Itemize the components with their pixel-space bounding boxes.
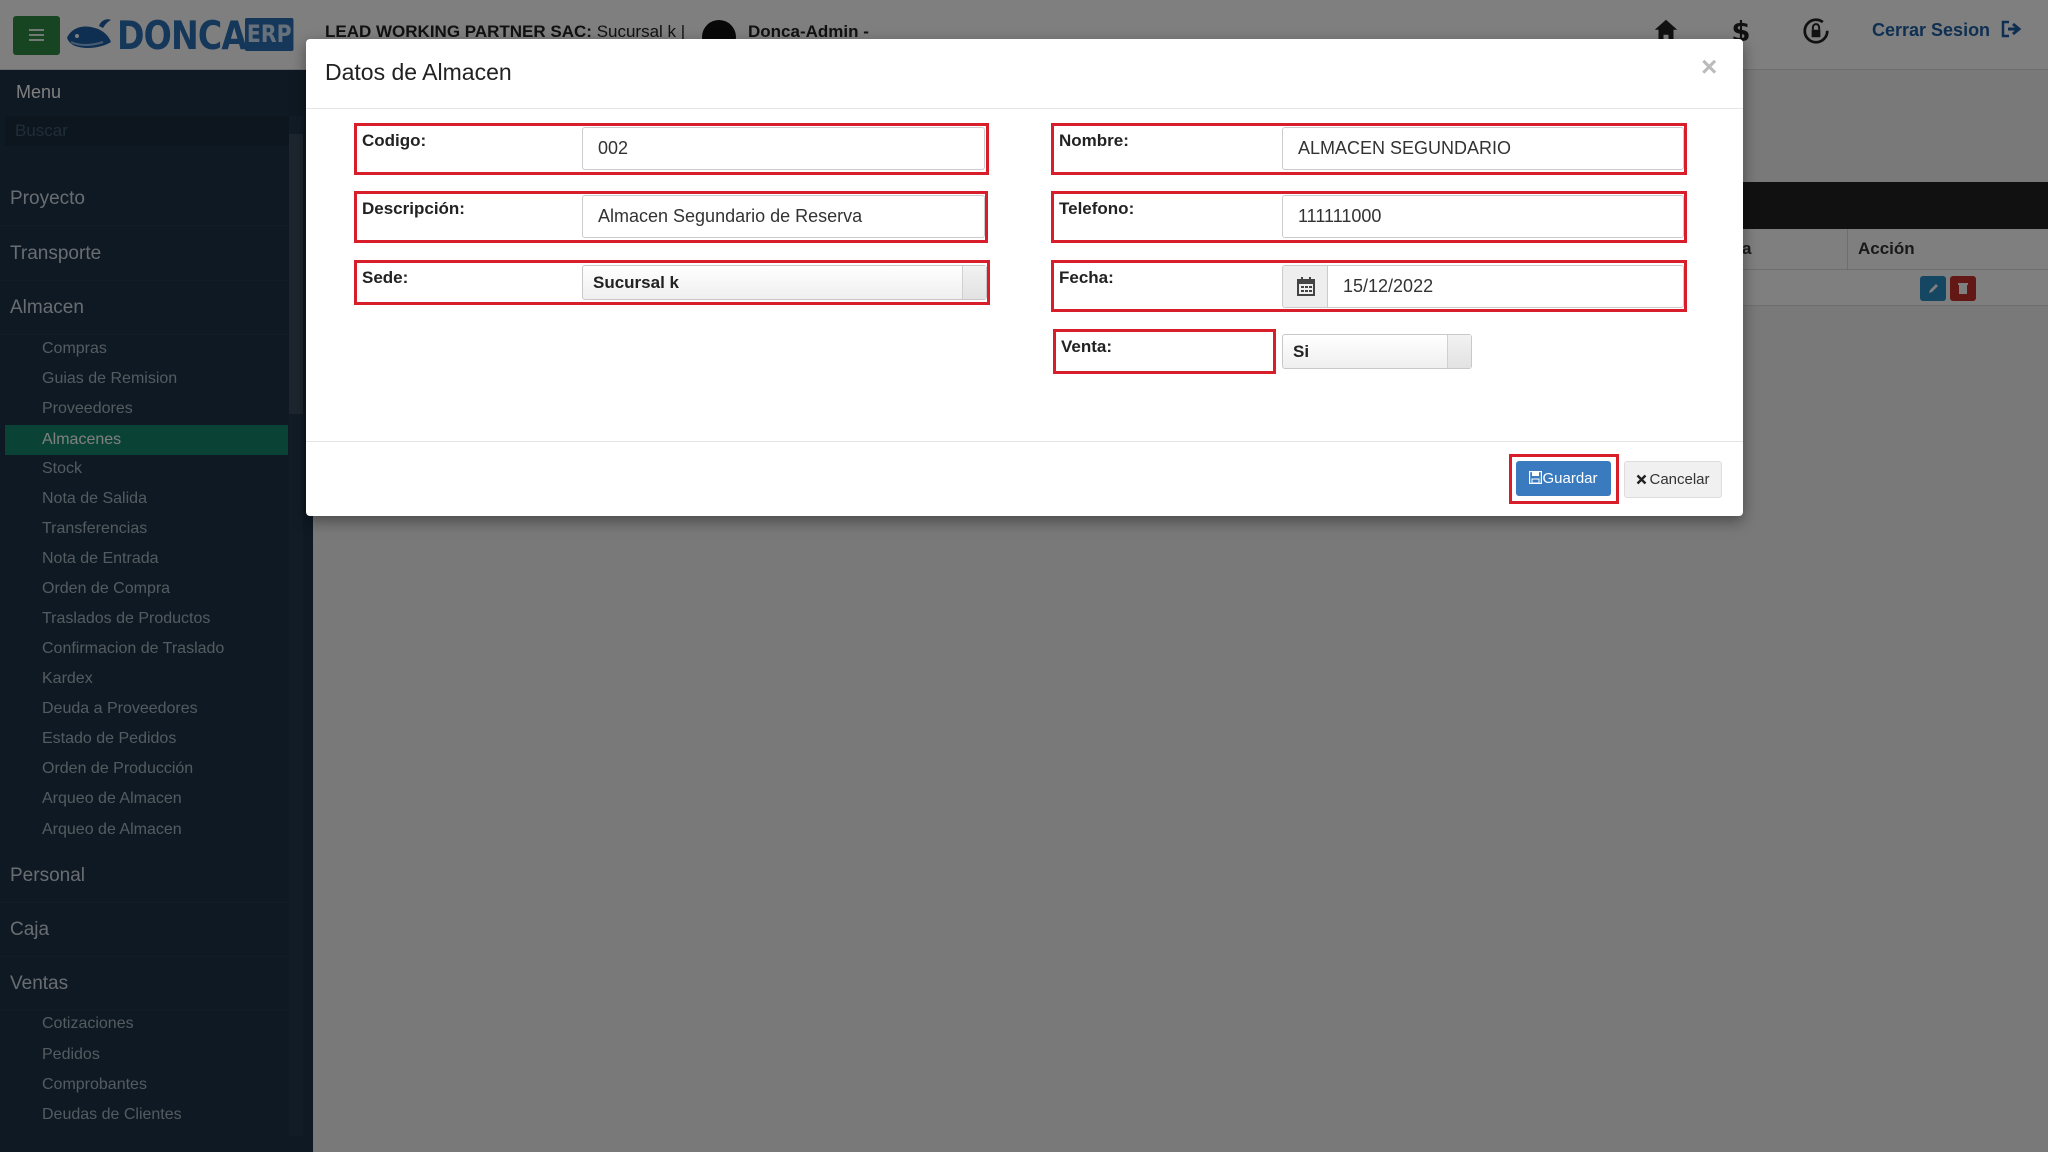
cancel-label: Cancelar — [1649, 471, 1710, 488]
modal-footer-divider — [306, 441, 1743, 442]
modal-title: Datos de Almacen — [325, 59, 512, 85]
sede-select[interactable]: Sucursal k — [582, 265, 987, 300]
cancel-button[interactable]: Cancelar — [1624, 461, 1722, 498]
save-label: Guardar — [1542, 470, 1598, 487]
calendar-addon[interactable] — [1282, 265, 1328, 308]
descripcion-label: Descripción: — [362, 199, 465, 218]
close-icon[interactable]: × — [1701, 51, 1717, 83]
almacen-dialog: Datos de Almacen × Codigo: 002 Nombre: A… — [306, 39, 1743, 516]
chevron-down-icon — [962, 266, 986, 299]
fecha-input[interactable]: 15/12/2022 — [1327, 265, 1684, 308]
nombre-input[interactable]: ALMACEN SEGUNDARIO — [1282, 127, 1684, 170]
fecha-label: Fecha: — [1059, 268, 1114, 287]
calendar-icon — [1297, 277, 1315, 296]
times-icon — [1637, 474, 1647, 485]
descripcion-input[interactable]: Almacen Segundario de Reserva — [582, 195, 985, 238]
sede-label: Sede: — [362, 268, 409, 287]
modal-header-divider — [306, 108, 1743, 109]
codigo-input[interactable]: 002 — [582, 127, 985, 170]
codigo-label: Codigo: — [362, 131, 427, 150]
telefono-input[interactable]: 111111000 — [1282, 195, 1684, 238]
telefono-label: Telefono: — [1059, 199, 1135, 218]
venta-select[interactable]: Si — [1282, 334, 1472, 369]
chevron-down-icon — [1447, 335, 1471, 368]
save-button[interactable]: Guardar — [1516, 461, 1611, 496]
venta-selected-value: Si — [1293, 342, 1310, 361]
venta-label: Venta: — [1061, 337, 1113, 356]
nombre-label: Nombre: — [1059, 131, 1129, 150]
sede-selected-value: Sucursal k — [593, 273, 679, 292]
save-icon — [1529, 470, 1543, 485]
venta-field-group: Venta: — [1053, 329, 1276, 374]
